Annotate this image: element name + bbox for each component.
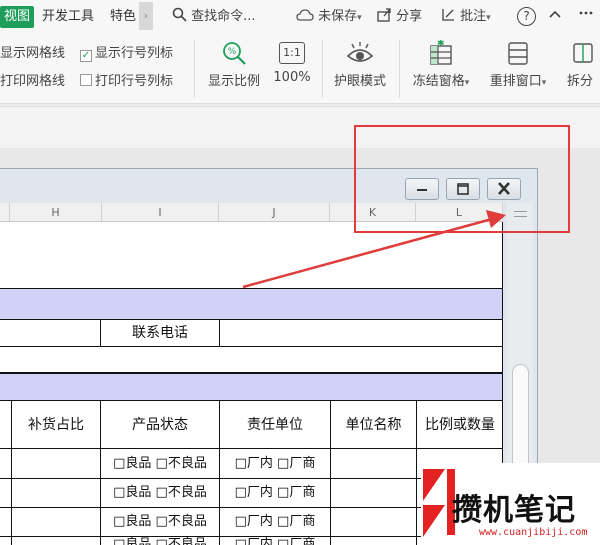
highlight-box	[354, 125, 570, 233]
column-header-partial	[0, 203, 10, 222]
ribbon-divider	[399, 40, 400, 98]
show-headers-checkbox[interactable]: ✓ 显示行号列标	[80, 45, 173, 63]
tab-view[interactable]: 视图	[0, 6, 35, 28]
product-status-cell[interactable]: □良品 □不良品	[101, 449, 219, 479]
checked-box-icon: ✓	[80, 50, 92, 62]
search-command[interactable]: 查找命令...	[172, 6, 256, 28]
ribbon-divider	[322, 40, 323, 98]
eye-mode-label: 护眼模式	[333, 74, 386, 89]
collapse-ribbon-icon[interactable]	[548, 6, 562, 28]
eye-mode-button[interactable]: 护眼模式	[330, 40, 390, 98]
show-gridlines-checkbox[interactable]: 显示网格线	[0, 45, 65, 63]
comment-label: 批注	[460, 9, 487, 24]
eye-icon	[346, 42, 374, 62]
share-icon	[377, 8, 391, 22]
table-header-cell[interactable]: 比例或数量	[417, 410, 503, 440]
comment-icon	[442, 9, 454, 21]
one-to-one-icon: 1:1	[279, 42, 305, 64]
print-headers-label: 打印行号列标	[95, 74, 174, 89]
zoom-100-button[interactable]: 1:1 100%	[270, 40, 314, 98]
product-status-cell[interactable]: □良品 □不良品	[101, 507, 219, 537]
ribbon-divider	[194, 40, 195, 98]
tab-developer[interactable]: 开发工具	[42, 6, 94, 28]
column-header-j[interactable]: J	[219, 203, 330, 222]
search-command-label: 查找命令...	[191, 9, 256, 24]
split-window-icon	[573, 43, 593, 63]
section-band	[0, 373, 503, 401]
comment-button[interactable]: 批注▾	[441, 6, 491, 28]
zoom-button[interactable]: % 显示比例	[204, 40, 264, 98]
zoom-label: 显示比例	[207, 74, 260, 89]
cloud-icon	[296, 9, 314, 21]
more-icon[interactable]	[578, 6, 594, 28]
responsible-unit-cell[interactable]: □厂内 □厂商	[220, 536, 330, 545]
split-window-label: 拆分	[566, 74, 593, 89]
share-button[interactable]: 分享	[377, 6, 422, 28]
zoom-100-label: 100%	[273, 70, 311, 85]
unchecked-box-icon	[80, 74, 92, 86]
table-header-cell[interactable]: 补货占比	[12, 410, 100, 440]
svg-text:%: %	[228, 47, 237, 57]
column-header-i[interactable]: I	[102, 203, 219, 222]
contact-phone-cell[interactable]: 联系电话	[101, 318, 219, 348]
print-gridlines-label: 打印网格线	[0, 74, 66, 89]
show-gridlines-label: 显示网格线	[0, 46, 66, 61]
unsaved-label: 未保存	[318, 9, 358, 24]
tab-special[interactable]: 特色	[110, 6, 136, 28]
tab-more-chevron-icon[interactable]: ›	[139, 2, 153, 30]
print-headers-checkbox[interactable]: 打印行号列标	[80, 73, 173, 91]
arrange-windows-label: 重排窗口	[489, 74, 542, 89]
responsible-unit-cell[interactable]: □厂内 □厂商	[220, 478, 330, 508]
search-icon	[172, 7, 187, 22]
grid-line	[219, 320, 220, 346]
svg-text:✱: ✱	[437, 40, 445, 49]
share-label: 分享	[396, 9, 423, 24]
print-gridlines-checkbox[interactable]: 打印网格线	[0, 73, 65, 91]
table-header-cell[interactable]: 单位名称	[331, 410, 416, 440]
product-status-cell[interactable]: □良品 □不良品	[101, 536, 219, 545]
responsible-unit-cell[interactable]: □厂内 □厂商	[220, 507, 330, 537]
table-header-cell[interactable]: 产品状态	[101, 410, 219, 440]
show-headers-label: 显示行号列标	[95, 46, 174, 61]
zoom-percent-icon: %	[223, 42, 246, 65]
freeze-panes-label: 冻结窗格	[412, 74, 465, 89]
table-header-cell[interactable]: 责任单位	[220, 410, 330, 440]
responsible-unit-cell[interactable]: □厂内 □厂商	[220, 449, 330, 479]
product-status-cell[interactable]: □良品 □不良品	[101, 478, 219, 508]
section-band	[0, 288, 503, 320]
watermark-logo: 攒机笔记 www.cuanjibiji.com	[421, 463, 600, 545]
freeze-panes-button[interactable]: ✱ 冻结窗格▾	[406, 40, 476, 98]
freeze-panes-icon: ✱	[430, 40, 452, 65]
cloud-save-status[interactable]: 未保存▾	[296, 6, 362, 28]
split-window-button[interactable]: 拆分	[560, 40, 600, 98]
arrange-windows-button[interactable]: 重排窗口▾	[482, 40, 554, 98]
help-icon[interactable]: ?	[517, 7, 536, 26]
watermark-name: 攒机笔记	[452, 493, 576, 528]
column-header-h[interactable]: H	[10, 203, 102, 222]
watermark-url: www.cuanjibiji.com	[479, 527, 588, 538]
arrange-windows-icon	[508, 42, 528, 65]
grid-line	[0, 346, 503, 347]
